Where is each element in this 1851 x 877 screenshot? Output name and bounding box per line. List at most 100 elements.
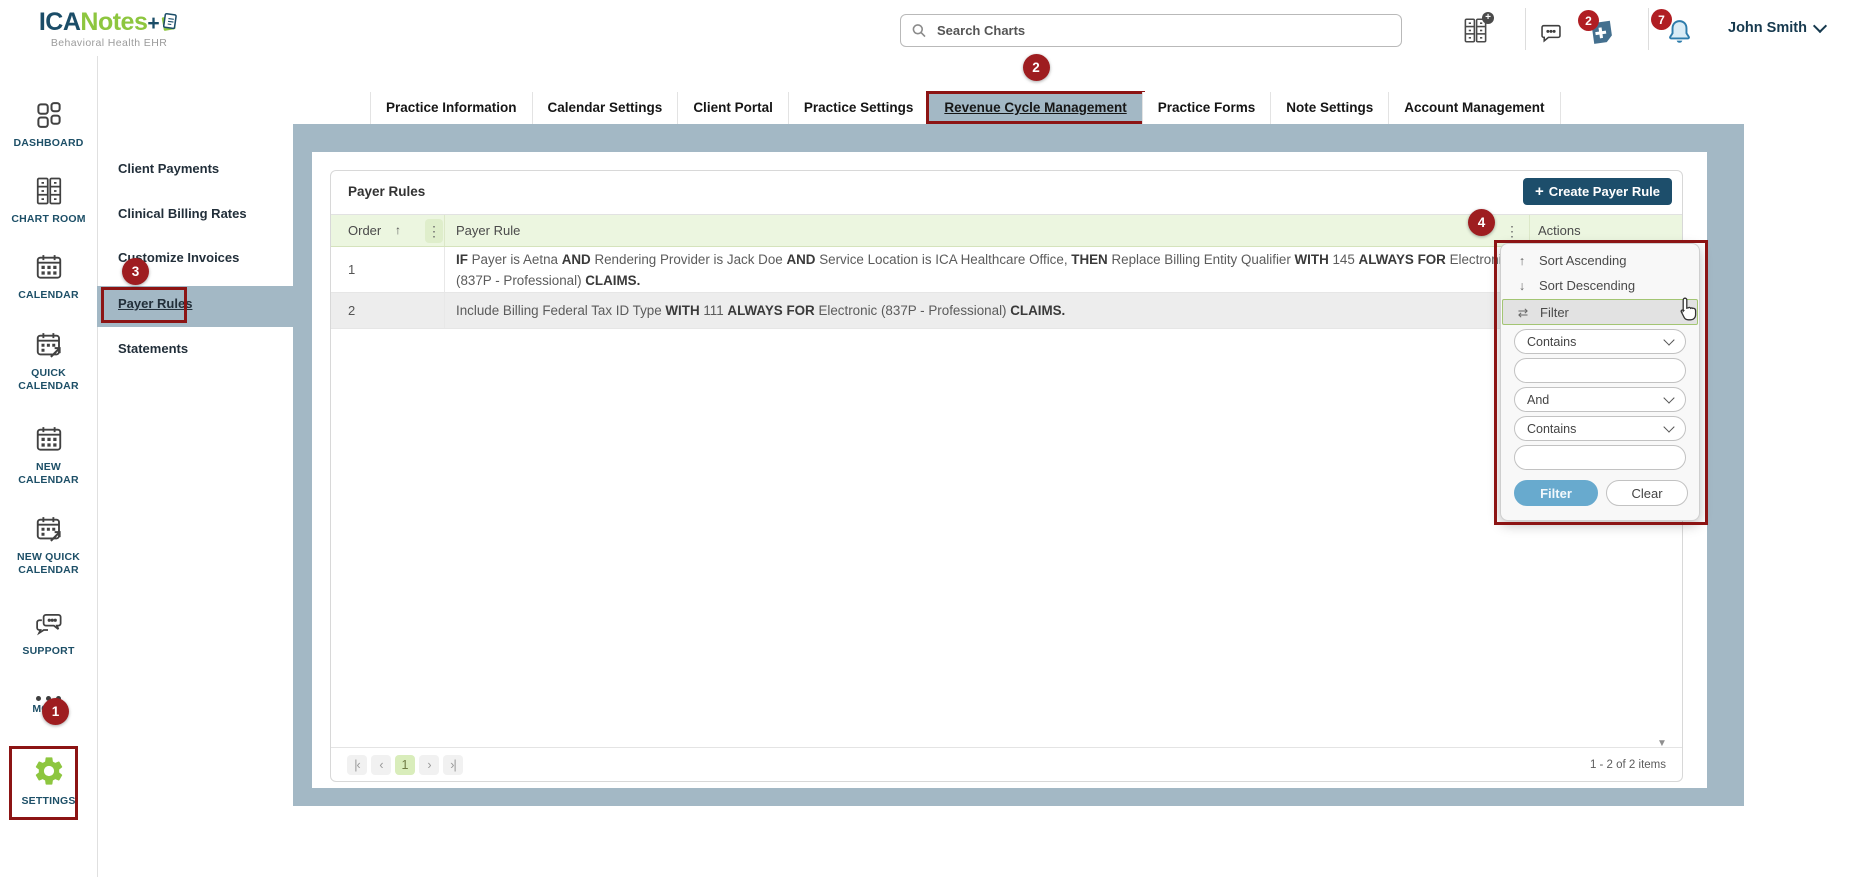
- sidebar-item-calendar[interactable]: CALENDAR: [0, 252, 97, 302]
- payer-rules-card: Payer Rules + Create Payer Rule Order ↑ …: [330, 170, 1683, 782]
- scrollbar-down-arrow[interactable]: ▼: [1657, 738, 1667, 749]
- header-divider: [1648, 8, 1649, 50]
- sidebar-label: CALENDAR: [0, 289, 97, 302]
- card-title: Payer Rules: [348, 184, 425, 199]
- tab-client-portal[interactable]: Client Portal: [677, 92, 788, 124]
- new-calendar-icon: [34, 424, 64, 454]
- pagination-page-1[interactable]: 1: [395, 755, 415, 775]
- arrow-down-icon: ↓: [1515, 279, 1529, 293]
- notifications-count-badge: 7: [1651, 9, 1672, 30]
- pagination-next-button[interactable]: ›: [419, 755, 439, 775]
- sidebar-item-new-calendar[interactable]: NEW CALENDAR: [0, 424, 97, 487]
- filter-clear-button[interactable]: Clear: [1606, 480, 1688, 506]
- tab-revenue-cycle-management[interactable]: Revenue Cycle Management 2: [928, 92, 1141, 124]
- filter-value-2-input[interactable]: [1514, 445, 1686, 470]
- sidebar-label: QUICK CALENDAR: [0, 367, 97, 393]
- menu-item-sort-ascending[interactable]: ↑ Sort Ascending: [1502, 248, 1698, 273]
- subnav-item-statements[interactable]: Statements: [118, 339, 188, 359]
- user-menu[interactable]: John Smith: [1728, 20, 1825, 36]
- menu-item-filter[interactable]: ⇄ Filter: [1502, 299, 1698, 325]
- step-badge-4: 4: [1468, 209, 1495, 236]
- filter-operator-2-select[interactable]: Contains: [1514, 416, 1686, 441]
- logo-document-icon: [159, 11, 179, 33]
- chevron-down-icon: [1813, 19, 1827, 33]
- sidebar-item-chart-room[interactable]: CHART ROOM: [0, 176, 97, 226]
- new-quick-calendar-icon: [34, 514, 64, 544]
- settings-gear-icon: [32, 754, 66, 788]
- chevron-down-icon: [1663, 392, 1674, 403]
- column-header-actions: Actions: [1538, 223, 1581, 238]
- column-header-payer-rule[interactable]: Payer Rule: [456, 223, 520, 238]
- sidebar-item-new-quick-calendar[interactable]: NEW QUICK CALENDAR: [0, 514, 97, 577]
- icanotes-app: ICANotes+ Behavioral Health EHR + 2 7 Jo…: [0, 0, 1851, 877]
- search-icon: [911, 22, 927, 39]
- tab-practice-information[interactable]: Practice Information: [370, 92, 532, 124]
- sidebar-item-dashboard[interactable]: DASHBOARD: [0, 100, 97, 150]
- settings-tab-bar: Practice Information Calendar Settings C…: [370, 92, 1561, 124]
- step-badge-1: 1: [42, 698, 69, 725]
- order-cell: 2: [348, 293, 355, 328]
- subnav-item-payer-rules[interactable]: Payer Rules: [118, 294, 192, 314]
- search-charts-box: [900, 14, 1402, 47]
- sidebar-label: SUPPORT: [0, 645, 97, 658]
- pagination-first-button[interactable]: |‹: [347, 755, 367, 775]
- column-divider: [1529, 215, 1530, 246]
- step-badge-3: 3: [122, 258, 149, 285]
- subnav-item-clinical-billing-rates[interactable]: Clinical Billing Rates: [118, 204, 247, 224]
- sidebar-label: SETTINGS: [0, 795, 97, 808]
- filter-logic-select[interactable]: And: [1514, 387, 1686, 412]
- sidebar-item-quick-calendar[interactable]: QUICK CALENDAR: [0, 330, 97, 393]
- cell-divider: [444, 293, 445, 328]
- sidebar-label: CHART ROOM: [0, 213, 97, 226]
- payer-rule-row[interactable]: 2 Include Billing Federal Tax ID Type WI…: [331, 293, 1682, 329]
- tab-practice-settings[interactable]: Practice Settings: [788, 92, 929, 124]
- pagination-last-button[interactable]: ›|: [443, 755, 463, 775]
- filter-operator-1-select[interactable]: Contains: [1514, 329, 1686, 354]
- support-icon: [34, 608, 64, 638]
- order-column-menu-button[interactable]: ⋮: [425, 219, 443, 243]
- column-menu-dropdown: ↑ Sort Ascending ↓ Sort Descending ⇄ Fil…: [1500, 243, 1700, 521]
- tab-account-management[interactable]: Account Management: [1388, 92, 1560, 124]
- payer-rule-column-menu-button[interactable]: ⋮: [1503, 219, 1521, 243]
- tab-practice-forms[interactable]: Practice Forms: [1142, 92, 1271, 124]
- payer-rule-row[interactable]: 1 IF Payer is Aetna AND Rendering Provid…: [331, 247, 1682, 293]
- subnav-item-client-payments[interactable]: Client Payments: [118, 159, 219, 179]
- column-header-order[interactable]: Order: [348, 223, 381, 238]
- user-name: John Smith: [1728, 20, 1807, 36]
- arrow-up-icon: ↑: [1515, 254, 1529, 268]
- filter-icon: ⇄: [1516, 305, 1530, 320]
- create-payer-rule-button[interactable]: + Create Payer Rule: [1523, 178, 1672, 205]
- cell-divider: [444, 247, 445, 292]
- chevron-down-icon: [1663, 421, 1674, 432]
- logo-wordmark: ICANotes+: [24, 8, 194, 37]
- pagination-bar: |‹ ‹ 1 › ›| 1 - 2 of 2 items: [331, 747, 1682, 781]
- logo-tagline: Behavioral Health EHR: [24, 37, 194, 49]
- order-cell: 1: [348, 247, 355, 292]
- sidebar-item-support[interactable]: SUPPORT: [0, 608, 97, 658]
- dashboard-icon: [34, 100, 64, 130]
- plus-icon: +: [1535, 183, 1544, 200]
- sort-ascending-icon: ↑: [395, 223, 401, 237]
- tab-calendar-settings[interactable]: Calendar Settings: [532, 92, 678, 124]
- sidebar-label: NEW QUICK CALENDAR: [0, 551, 97, 577]
- chart-room-icon: [34, 176, 64, 206]
- sidebar-item-settings[interactable]: SETTINGS: [0, 754, 97, 808]
- chevron-down-icon: [1663, 334, 1674, 345]
- filter-value-1-input[interactable]: [1514, 358, 1686, 383]
- chart-room-quick-icon[interactable]: +: [1462, 16, 1489, 50]
- menu-item-sort-descending[interactable]: ↓ Sort Descending: [1502, 273, 1698, 298]
- filter-apply-button[interactable]: Filter: [1514, 480, 1598, 506]
- new-note-count-badge: 2: [1578, 10, 1599, 31]
- quick-add-badge: +: [1482, 12, 1494, 24]
- sidebar-divider: [97, 56, 98, 877]
- column-divider: [444, 215, 445, 246]
- tab-note-settings[interactable]: Note Settings: [1270, 92, 1388, 124]
- search-charts-input[interactable]: [935, 22, 1391, 39]
- header-divider: [1525, 8, 1526, 50]
- icanotes-logo[interactable]: ICANotes+ Behavioral Health EHR: [24, 8, 194, 49]
- pagination-summary: 1 - 2 of 2 items: [1590, 759, 1666, 771]
- messages-icon[interactable]: [1538, 21, 1564, 51]
- payer-rule-text: IF Payer is Aetna AND Rendering Provider…: [456, 249, 1522, 291]
- quick-calendar-icon: [34, 330, 64, 360]
- pagination-previous-button[interactable]: ‹: [371, 755, 391, 775]
